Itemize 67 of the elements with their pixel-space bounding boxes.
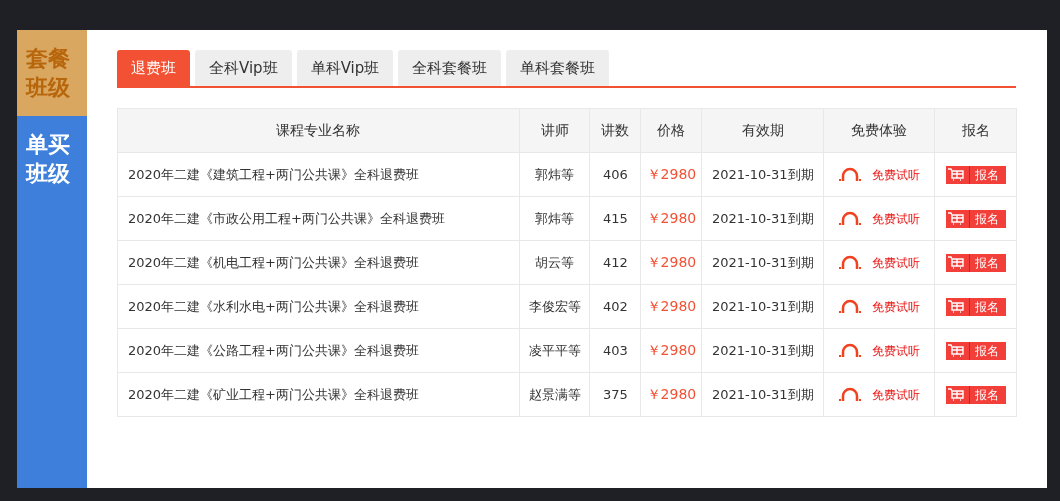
price: ￥2980	[646, 341, 697, 360]
headphones-icon	[838, 342, 863, 359]
lesson-count: 375	[603, 385, 628, 404]
cart-icon	[947, 256, 964, 269]
course-name: 2020年二建《机电工程+两门公共课》全科退费班	[128, 253, 419, 272]
teacher-name: 胡云等	[535, 253, 574, 272]
course-name: 2020年二建《建筑工程+两门公共课》全科退费班	[128, 165, 419, 184]
column-header: 报名	[960, 121, 991, 140]
headphones-icon	[838, 254, 863, 271]
headphones-icon	[838, 210, 863, 227]
enroll-button[interactable]: 报名	[945, 209, 1006, 228]
column-header: 讲数	[590, 109, 642, 152]
cart-icon	[947, 388, 964, 401]
expiry-date: 2021-10-31到期	[712, 385, 814, 404]
enroll-button[interactable]: 报名	[945, 297, 1006, 316]
expiry-date: 2021-10-31到期	[712, 341, 814, 360]
sidebar-item[interactable]: 单买班级	[17, 116, 87, 488]
price: ￥2980	[646, 253, 697, 272]
cart-icon	[947, 300, 964, 313]
enroll-button[interactable]: 报名	[945, 165, 1006, 184]
course-name: 2020年二建《水利水电+两门公共课》全科退费班	[128, 297, 419, 316]
teacher-name: 凌平平等	[528, 341, 581, 360]
expiry-date: 2021-10-31到期	[712, 297, 814, 316]
free-trial-link[interactable]: 免费试听	[872, 165, 921, 184]
lesson-count: 403	[603, 341, 628, 360]
course-name: 2020年二建《公路工程+两门公共课》全科退费班	[128, 341, 419, 360]
column-header: 价格	[641, 109, 703, 152]
headphones-icon	[838, 166, 863, 183]
cart-icon	[947, 168, 964, 181]
teacher-name: 郭炜等	[535, 209, 574, 228]
column-header: 讲师	[519, 109, 591, 152]
course-name: 2020年二建《矿业工程+两门公共课》全科退费班	[128, 385, 419, 404]
tab[interactable]: 单科套餐班	[506, 50, 610, 86]
headphones-icon	[838, 298, 863, 315]
column-header: 免费体验	[824, 109, 936, 152]
enroll-button[interactable]: 报名	[945, 341, 1006, 360]
tab[interactable]: 全科套餐班	[398, 50, 502, 86]
free-trial-link[interactable]: 免费试听	[872, 297, 921, 316]
course-name: 2020年二建《市政公用工程+两门公共课》全科退费班	[128, 209, 445, 228]
price: ￥2980	[646, 209, 697, 228]
price: ￥2980	[646, 297, 697, 316]
lesson-count: 412	[603, 253, 628, 272]
free-trial-link[interactable]: 免费试听	[872, 209, 921, 228]
expiry-date: 2021-10-31到期	[712, 209, 814, 228]
column-header: 有效期	[702, 109, 825, 152]
lesson-count: 415	[603, 209, 628, 228]
lesson-count: 406	[603, 165, 628, 184]
teacher-name: 郭炜等	[535, 165, 574, 184]
teacher-name: 赵景满等	[528, 385, 581, 404]
free-trial-link[interactable]: 免费试听	[872, 341, 921, 360]
headphones-icon	[838, 386, 863, 403]
cart-icon	[947, 344, 964, 357]
free-trial-link[interactable]: 免费试听	[872, 385, 921, 404]
expiry-date: 2021-10-31到期	[712, 165, 814, 184]
column-header: 课程专业名称	[118, 109, 520, 152]
teacher-name: 李俊宏等	[528, 297, 581, 316]
price: ￥2980	[646, 165, 697, 184]
enroll-button[interactable]: 报名	[945, 385, 1006, 404]
price: ￥2980	[646, 385, 697, 404]
tab[interactable]: 全科Vip班	[195, 50, 292, 86]
expiry-date: 2021-10-31到期	[712, 253, 814, 272]
free-trial-link[interactable]: 免费试听	[872, 253, 921, 272]
cart-icon	[947, 212, 964, 225]
tab[interactable]: 单科Vip班	[296, 50, 394, 86]
enroll-button[interactable]: 报名	[945, 253, 1006, 272]
tab[interactable]: 退费班	[117, 50, 190, 86]
lesson-count: 402	[603, 297, 628, 316]
